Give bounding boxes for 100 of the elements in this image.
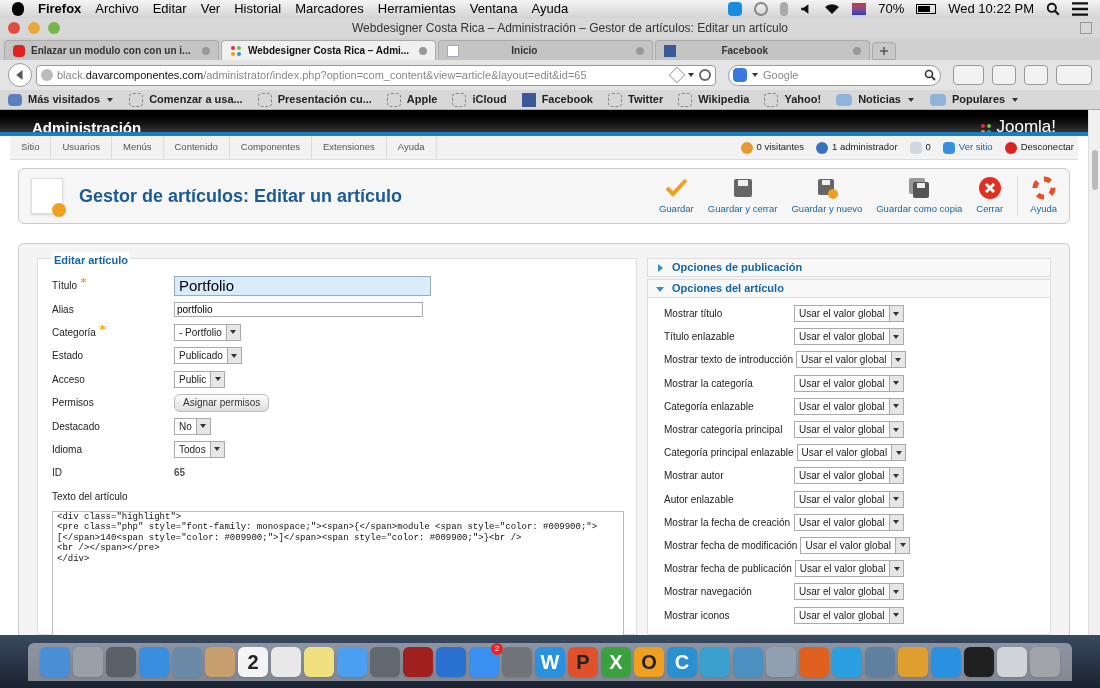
collapsed-caret-icon [656, 263, 664, 272]
addon-button[interactable] [1056, 65, 1092, 85]
admin-menu-item[interactable]: Contenido [163, 136, 230, 159]
dropdown[interactable]: - Portfolio [174, 323, 241, 341]
home-button[interactable] [1024, 65, 1048, 85]
panel-header[interactable]: Opciones de publicación [647, 258, 1051, 277]
dropdown[interactable]: Usar el valor global [796, 444, 907, 462]
minimize-window-button[interactable] [28, 22, 40, 34]
status-link[interactable]: 1 administrador [816, 140, 898, 155]
menu-item[interactable]: Herramientas [377, 0, 456, 19]
browser-tab[interactable]: Facebook [655, 40, 870, 60]
notification-badge: 2 [491, 642, 503, 655]
admin-menu-item[interactable]: Sitio [10, 136, 52, 159]
zoom-window-button[interactable] [48, 22, 60, 34]
browser-tab[interactable]: Enlazar un modulo con con un i... [4, 40, 219, 60]
status-link[interactable]: Ver sitio [942, 140, 993, 155]
dropdown[interactable]: Usar el valor global [794, 606, 904, 624]
clock[interactable]: Wed 10:22 PM [948, 0, 1034, 19]
toolbar-button[interactable]: Cerrar [976, 175, 1004, 217]
status-link[interactable]: Desconectar [1004, 140, 1074, 155]
menu-item[interactable]: Ver [200, 0, 221, 19]
bookmark-item[interactable]: Populares [929, 91, 1020, 108]
menu-item[interactable]: Historial [234, 0, 282, 19]
search-icon[interactable] [1046, 2, 1060, 16]
download-button[interactable] [992, 65, 1016, 85]
bookmarks-button[interactable] [953, 65, 984, 85]
dropdown[interactable]: Publicado [174, 347, 242, 365]
editor-label: Texto del artículo [52, 489, 129, 504]
browser-tab[interactable]: Webdesigner Costa Rica – Admi... [221, 40, 436, 60]
dropdown[interactable]: Usar el valor global [794, 583, 904, 601]
dropdown[interactable]: Usar el valor global [794, 305, 904, 323]
alias-input[interactable]: portfolio [174, 301, 423, 317]
permissions-button[interactable]: Asignar permisos [174, 393, 270, 412]
battery-icon[interactable] [916, 4, 937, 14]
admin-menu-item[interactable]: Componentes [229, 136, 312, 159]
dock-app-icon[interactable] [304, 646, 334, 677]
toolbar-button[interactable]: Guardar y nuevo [791, 175, 863, 217]
address-bar[interactable]: black.davarcomponentes.com/administrator/index.php?option=com_content&view=article&layout=edit&id=65 [36, 64, 716, 86]
bookmark-item[interactable]: iCloud [452, 91, 507, 108]
bookmark-item[interactable]: Noticias [836, 91, 915, 108]
flag-icon[interactable] [852, 3, 867, 15]
dropdown[interactable]: Usar el valor global [794, 490, 904, 508]
dropdown[interactable]: Todos [174, 440, 225, 458]
list-icon[interactable] [1072, 2, 1088, 16]
dropdown[interactable]: Usar el valor global [794, 560, 905, 578]
dropdown[interactable]: Usar el valor global [800, 536, 910, 554]
dropdown[interactable]: Usar el valor global [794, 421, 904, 439]
menu-item[interactable]: Ventana [469, 0, 518, 19]
status-link[interactable]: 0 [909, 140, 931, 155]
toolbar-button[interactable]: Guardar [658, 175, 694, 217]
wifi-icon[interactable] [824, 3, 841, 15]
search-icon[interactable] [924, 69, 936, 81]
menu-item[interactable]: Archivo [95, 0, 139, 19]
bookmark-item[interactable]: Wikipedia [678, 91, 750, 108]
dropdown[interactable]: Usar el valor global [794, 397, 904, 415]
panel-header[interactable]: Opciones del artículo [647, 279, 1051, 298]
dropdown[interactable]: Usar el valor global [794, 374, 904, 392]
bookmark-item[interactable]: Más visitados [8, 91, 115, 108]
option-label: Mostrar navegación [664, 585, 753, 600]
dropdown[interactable]: Public [174, 370, 226, 388]
dock-app-icon[interactable]: O [634, 646, 664, 677]
menu-item[interactable]: Ayuda [531, 0, 569, 19]
scrollbar-thumb[interactable] [1091, 150, 1098, 190]
dropdown[interactable]: No [174, 417, 211, 435]
search-field[interactable]: Google [728, 64, 941, 86]
toolbar-button[interactable]: Guardar y cerrar [707, 175, 778, 217]
dock-app-icon[interactable] [964, 646, 994, 677]
admin-menu-item[interactable]: Usuarios [51, 136, 112, 159]
title-input[interactable]: Portfolio [174, 275, 431, 296]
new-tab-button[interactable] [872, 42, 896, 60]
bookmark-item[interactable]: Twitter [608, 91, 664, 108]
bookmark-item[interactable]: Apple [386, 91, 438, 108]
scrollbar[interactable] [1088, 110, 1100, 635]
article-text-editor[interactable]: <div class="highlight"> <pre class="php" style="font-family: monospace;"><span>{</span>module <span style="color: #009900;">[</span>140<span style="color: #009900;">]</span><span style="color: #009900;">}<br /> <br /></span></pre> </div> [52, 510, 624, 635]
close-window-button[interactable] [8, 22, 20, 34]
dropdown[interactable]: Usar el valor global [795, 351, 906, 369]
dropdown[interactable]: Usar el valor global [794, 513, 904, 531]
browser-tab[interactable]: Inicio [438, 40, 653, 60]
toolbar-button[interactable]: Ayuda [1017, 175, 1057, 217]
bookmark-item[interactable]: Yahoo! [764, 91, 822, 108]
menu-item[interactable]: Marcadores [295, 0, 364, 19]
app-menu[interactable]: Firefox [38, 0, 82, 19]
bookmark-item[interactable]: Comenzar a usa... [129, 91, 243, 108]
dock-app-icon[interactable] [271, 646, 301, 677]
dock-app-icon[interactable]: 2 [238, 646, 268, 677]
status-link[interactable]: 0 visitantes [740, 140, 805, 155]
admin-menu-item[interactable]: Ayuda [386, 136, 437, 159]
toolbar-button[interactable]: Guardar como copia [876, 175, 963, 217]
menu-item[interactable]: Editar [152, 0, 187, 19]
bookmark-item[interactable]: Presentación cu... [257, 91, 372, 108]
dropdown[interactable]: Usar el valor global [794, 328, 904, 346]
dock-app-icon[interactable]: C [667, 646, 697, 677]
back-button[interactable] [8, 63, 32, 87]
bookmark-item[interactable]: Facebook [521, 91, 593, 108]
dock-app-icon[interactable]: P [568, 646, 598, 677]
admin-menu-item[interactable]: Extensiones [311, 136, 387, 159]
admin-menu-item[interactable]: Menús [112, 136, 164, 159]
dropdown[interactable]: Usar el valor global [794, 467, 904, 485]
dock-app-icon[interactable] [403, 646, 433, 677]
fullscreen-icon[interactable] [1080, 22, 1092, 34]
